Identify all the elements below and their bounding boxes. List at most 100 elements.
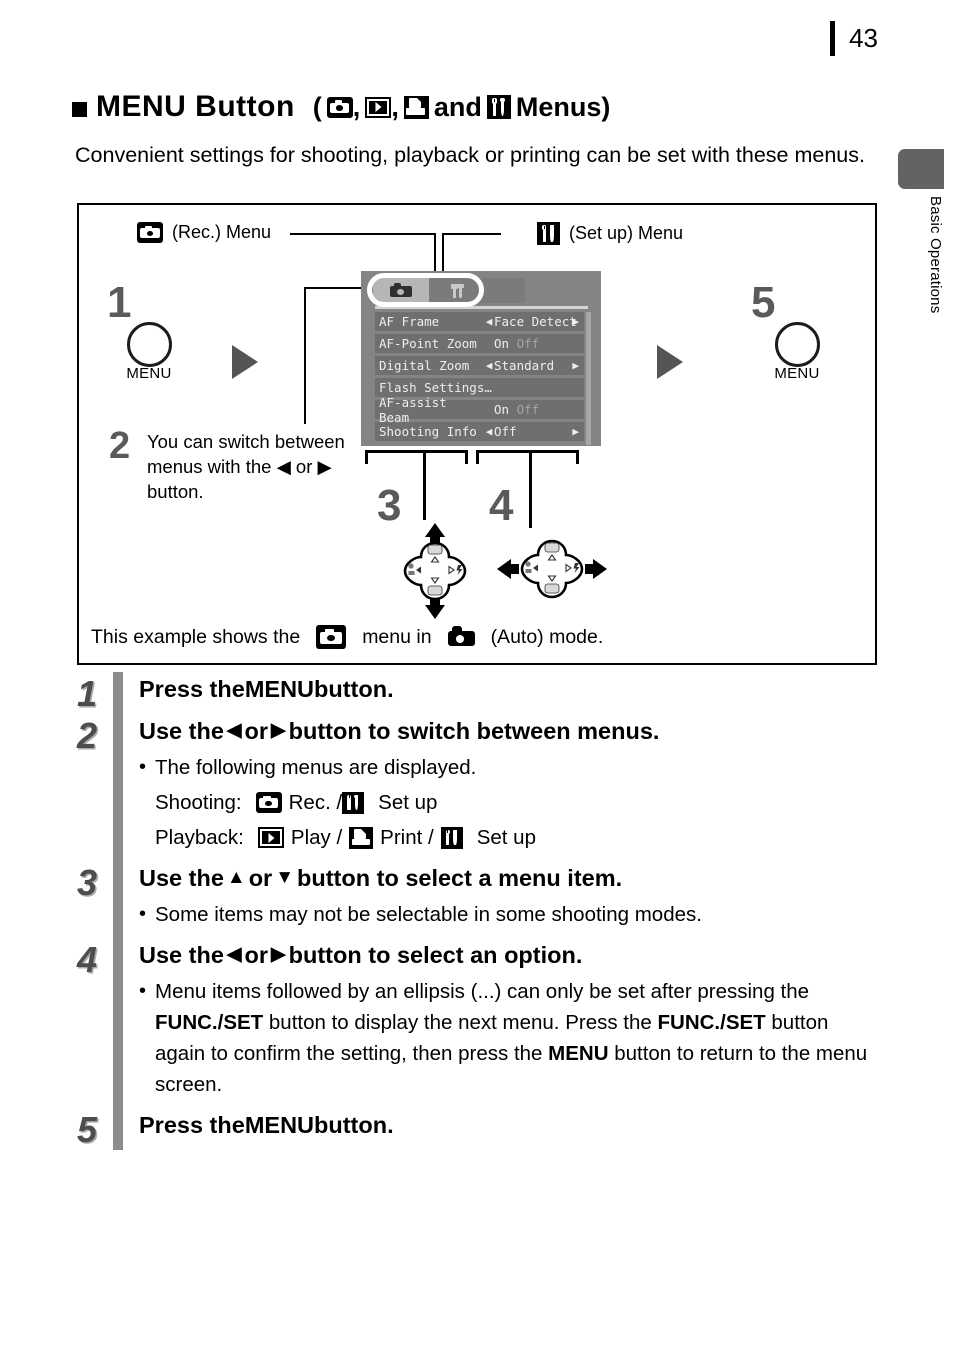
figure-step-number-1: 1 [107,278,132,327]
step-head-pre: Use the [139,942,224,968]
step-number: 1 [77,673,98,714]
bracket-3-stem [423,450,426,520]
bullet-b2: FUNC./SET [657,1011,766,1034]
step-head-mid: or [244,718,269,744]
bracket-4-stem [529,450,532,528]
auto-mode-icon [447,625,475,649]
shooting-rec-text: Rec. / [288,791,343,814]
paren-open: ( [312,91,322,122]
lcd-scrollbar[interactable] [586,312,591,445]
right-arrow-icon[interactable]: ▶ [572,359,579,372]
setup-icon [342,791,365,814]
title-and: and [433,91,482,122]
tab-highlight-oval [367,273,484,307]
leader-line-tabs-h [304,287,366,289]
step-head-post: button. [314,1112,394,1138]
lcd-menu-row[interactable]: AF-assist Beam On Off [375,395,584,425]
step-head-mid: or [244,942,269,968]
right-arrow-icon[interactable]: ▶ [572,425,579,438]
caption-text-2: menu in [362,625,432,648]
rec-icon [255,792,282,813]
lcd-row-value: Off [494,424,517,439]
rec-icon [316,625,347,649]
chapter-tab-marker [898,149,944,189]
right-arrow-icon[interactable]: ▶ [572,315,579,328]
shooting-setup-text: Set up [378,791,438,814]
page-title: MENU Button ( , , and Menus) [72,90,610,124]
caption-text-3: (Auto) mode. [490,625,604,648]
figure-diagram: (Rec.) Menu (Set up) Menu 1 5 2 3 4 MENU… [77,203,877,665]
step-3: 3 Use the ▲ or ▼ button to select a menu… [77,861,877,938]
bracket-3-left [365,450,368,464]
step-bullet: • The following menus are displayed. [139,752,877,783]
step-head-bold: MENU [244,676,315,702]
lcd-row-label: AF-Point Zoom [379,336,477,351]
step-number: 4 [77,939,98,980]
up-arrow-icon: ▲ [226,867,246,888]
step-head-pre: Press the [139,676,245,702]
figure-setup-menu-label: (Set up) Menu [537,222,683,245]
title-comma-1: , [352,91,361,122]
lcd-row-value-dim: Off [516,402,540,417]
step-5: 5 Press the MENU button. [77,1108,877,1150]
playback-menus-line: Playback: Play / Print / Set up [139,822,877,853]
dpad-vertical-svg [403,523,467,619]
print-icon [349,826,374,849]
step-head-post: button. [314,676,394,702]
figure-step-number-4: 4 [489,481,514,530]
lcd-row-label: AF Frame [379,314,440,329]
figure-step-number-5: 5 [751,278,776,327]
lcd-menu-row[interactable]: Shooting Info ◀ Off ▶ [375,422,584,441]
bracket-4-left [476,450,479,464]
step-body: Press the MENU button. [139,672,877,714]
leader-line-setup-h [443,233,501,235]
step-bullet: • Some items may not be selectable in so… [139,899,877,930]
step-bullet: • Menu items followed by an ellipsis (..… [139,976,877,1100]
bullet-text: Some items may not be selectable in some… [155,903,702,926]
left-arrow-icon[interactable]: ◀ [484,359,494,372]
steps-list: 1 Press the MENU button. 2 Use the ◀ or … [77,672,877,1150]
step-head-pre: Use the [139,718,224,744]
figure-rec-menu-label: (Rec.) Menu [137,222,271,243]
lcd-menu-row[interactable]: AF-Point Zoom On Off [375,334,584,353]
rec-menu-label-text: (Rec.) Menu [172,222,272,242]
step-2: 2 Use the ◀ or ▶ button to switch betwee… [77,714,877,861]
bullet-text: The following menus are displayed. [155,756,477,779]
bullet-dot-icon: • [139,980,147,1002]
step-number: 3 [77,862,98,903]
lcd-row-label: AF-assist Beam [379,394,447,425]
lcd-row-value: Face Detect [494,314,577,329]
menu-button-left-label: MENU [126,365,172,382]
lcd-row-value: On Off [494,402,540,417]
print-icon [403,95,429,119]
step-head-post: button to switch between menus. [288,718,660,744]
step-body: Press the MENU button. [139,1108,877,1150]
shooting-label: Shooting: [155,791,242,814]
step-body: Use the ◀ or ▶ button to select an optio… [139,938,877,1108]
play-icon [365,96,392,118]
lcd-menu-row[interactable]: AF Frame ◀ Face Detect ▶ [375,312,584,331]
step-4: 4 Use the ◀ or ▶ button to select an opt… [77,938,877,1108]
step-head-pre: Use the [139,865,224,891]
bracket-4-right [576,450,579,464]
dpad-horizontal[interactable] [497,533,607,610]
bullet-b3: MENU [548,1042,609,1065]
bracket-4-top [476,450,579,453]
lcd-menu-row[interactable]: Digital Zoom ◀ Standard ▶ [375,356,584,375]
flow-arrow-right-icon [657,345,683,379]
shooting-menus-line: Shooting: Rec. / Set up [139,787,877,818]
bracket-3-right [465,450,468,464]
bullet-dot-icon: • [139,756,147,778]
menu-button-right[interactable]: MENU [765,322,829,382]
intro-paragraph: Convenient settings for shooting, playba… [75,143,865,167]
menu-button-left[interactable]: MENU [117,322,181,382]
left-arrow-icon[interactable]: ◀ [484,315,494,328]
bracket-3-top [365,450,468,453]
right-arrow-icon: ▶ [271,720,286,741]
left-arrow-icon[interactable]: ◀ [484,425,494,438]
dpad-vertical[interactable] [391,523,479,624]
step-number: 2 [77,715,98,756]
step-accent-bar [113,672,123,714]
bullet-p2: button to display the next menu. Press t… [263,1011,658,1034]
step-head-pre: Press the [139,1112,245,1138]
